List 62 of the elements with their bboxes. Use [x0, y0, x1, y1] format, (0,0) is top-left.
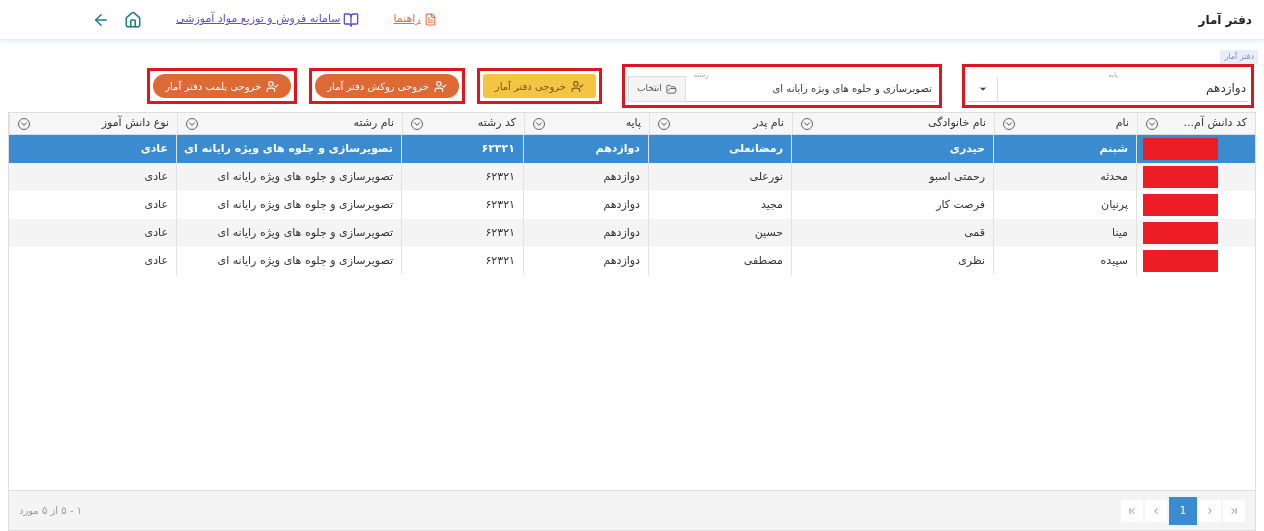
table-cell-text: ۶۲۳۲۱	[485, 224, 515, 241]
column-header: نوع دانش آموز	[101, 115, 169, 132]
table-row[interactable]: مینا قمی حسین دوازدهم ۶۲۳۲۱ تصویرسازی و جلوه های ویژه رایانه ای عادی	[9, 219, 1255, 247]
table-cell-text: عادی	[144, 252, 168, 269]
table-cell-text: نورعلی	[749, 168, 783, 185]
export-button[interactable]: خروجی روکش دفتر آمار	[315, 74, 459, 98]
table-cell-text: فرصت کار	[936, 196, 985, 213]
select-button[interactable]: انتخاب	[628, 76, 686, 102]
user-check-icon	[571, 79, 584, 93]
export-button[interactable]: خروجی دفتر آمار	[482, 74, 596, 98]
table-cell-text: تصویرسازی و جلوه های ویژه رایانه ای	[184, 140, 393, 157]
table-cell-text: تصویرسازی و جلوه های ویژه رایانه ای	[217, 196, 393, 213]
table-cell-text: مصطفی	[743, 252, 783, 269]
user-check-icon	[266, 79, 280, 93]
caret-icon	[977, 84, 988, 94]
table-cell-text: سپیده	[1100, 252, 1128, 269]
table-cell-text: رحمتی اسبو	[929, 168, 985, 185]
export-button[interactable]: خروجی پلمب دفتر آمار	[153, 74, 292, 98]
table-cell-text: دوازدهم	[595, 140, 640, 157]
column-header: کد رشته	[477, 115, 516, 132]
table-cell-text: عادی	[140, 140, 168, 157]
table-cell-text: شبنم	[1099, 140, 1128, 157]
table-cell-text: پرنیان	[1101, 196, 1128, 213]
document-icon	[423, 13, 437, 26]
table-cell-text: ۶۲۳۲۱	[485, 196, 515, 213]
table-cell-text: دوازدهم	[603, 168, 640, 185]
column-header: پایه	[625, 115, 641, 132]
table-row[interactable]: شبنم حیدری رمضانعلی دوازدهم ۶۲۳۲۱ تصویرسازی و جلوه های ویژه رایانه ای عادی	[9, 135, 1255, 163]
table-cell-text: قمی	[964, 224, 985, 241]
table-cell-text: ۶۲۳۲۱	[485, 168, 515, 185]
column-header: نام پدر	[753, 115, 784, 132]
table-cell-text: مینا	[1112, 224, 1128, 241]
column-header: نام	[1115, 115, 1129, 132]
column-header: نام خانوادگی	[928, 115, 986, 132]
table-cell-text: دوازدهم	[603, 196, 640, 213]
column-header: کد دانش آم...	[1183, 115, 1247, 132]
folder-icon	[665, 83, 677, 95]
table-cell-text: رمضانعلی	[728, 140, 783, 157]
table-cell-text: مجید	[760, 196, 783, 213]
column-header: نام رشته	[353, 115, 394, 132]
page-button[interactable]: 1	[1169, 496, 1197, 525]
table-cell-text: تصویرسازی و جلوه های ویژه رایانه ای	[217, 252, 393, 269]
table-cell-text: عادی	[144, 168, 168, 185]
table-cell-text: نظری	[958, 252, 985, 269]
system-link[interactable]: سامانه فروش و توزیع مواد آموزشی	[176, 11, 360, 28]
table-cell-text: دوازدهم	[603, 252, 640, 269]
home-icon[interactable]	[124, 10, 142, 29]
record-count: ۱ - ۵ از ۵ مورد	[19, 504, 83, 518]
table-cell-text: عادی	[144, 196, 168, 213]
table-cell-text: تصویرسازی و جلوه های ویژه رایانه ای	[217, 168, 393, 185]
book-icon	[343, 11, 360, 28]
page-title: دفتر آمار	[1198, 11, 1252, 29]
table-cell-text: ۶۲۳۲۱	[485, 252, 515, 269]
table-cell-text: دوازدهم	[603, 224, 640, 241]
table-row[interactable]: محدثه رحمتی اسبو نورعلی دوازدهم ۶۲۳۲۱ تصویرسازی و جلوه های ویژه رایانه ای عادی	[9, 163, 1255, 191]
table-cell-text: محدثه	[1100, 168, 1128, 185]
table-cell-text: تصویرسازی و جلوه های ویژه رایانه ای	[217, 224, 393, 241]
table-cell-text: حیدری	[949, 140, 985, 157]
table-cell-text: ۶۲۳۲۱	[481, 140, 515, 157]
table-cell-text: حسین	[754, 224, 783, 241]
table-cell-text: عادی	[144, 224, 168, 241]
user-check-icon	[433, 79, 447, 93]
